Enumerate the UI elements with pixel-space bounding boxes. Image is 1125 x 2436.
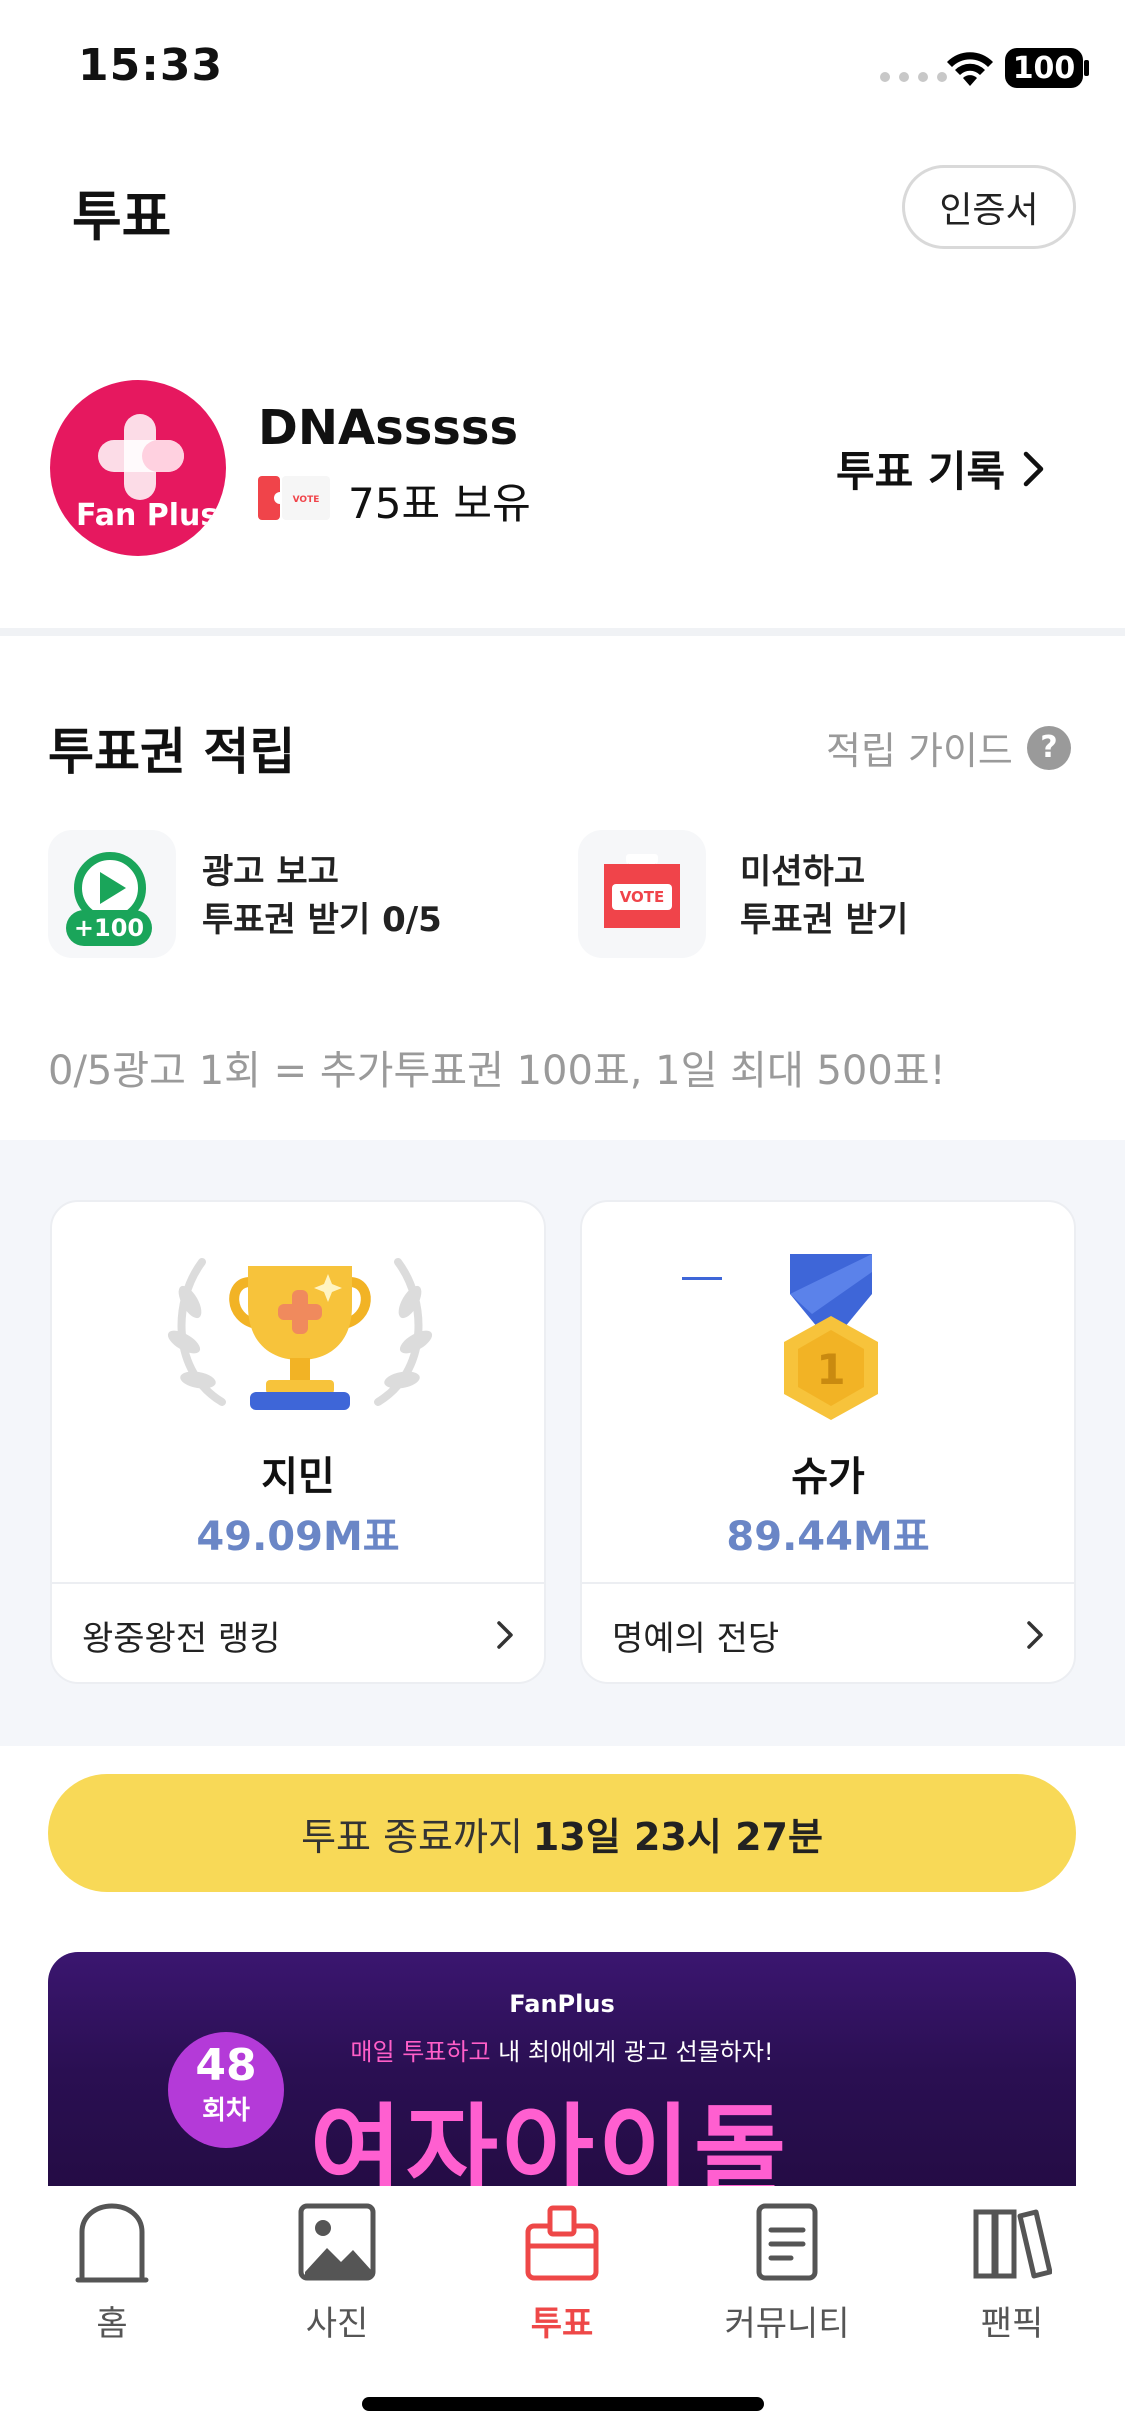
photo-icon <box>298 2203 376 2281</box>
ad-card-line2: 투표권 받기 0/5 <box>202 900 442 940</box>
play-icon: +100 <box>66 852 152 946</box>
chevron-right-icon <box>1027 1621 1043 1649</box>
banner-round-number: 48 <box>195 2040 257 2091</box>
tab-fanfic-label: 팬픽 <box>980 2304 1044 2344</box>
ranking-left-footer-label: 왕중왕전 랭킹 <box>82 1618 281 1659</box>
tab-home[interactable]: 홈 <box>32 2200 192 2345</box>
mission-card-line2: 투표권 받기 <box>740 900 909 940</box>
status-time: 15:33 <box>78 40 224 91</box>
earn-guide-link[interactable]: 적립 가이드 ? <box>826 720 1071 775</box>
tab-photo[interactable]: 사진 <box>257 2200 417 2345</box>
medal-number: 1 <box>816 1345 845 1394</box>
earn-guide-label: 적립 가이드 <box>826 729 1013 773</box>
username: DNAsssss <box>258 400 519 456</box>
avatar[interactable]: Fan Plus <box>50 380 226 556</box>
battery-indicator: 100 <box>1005 48 1083 88</box>
mission-card[interactable]: VOTE 미션하고 투표권 받기 <box>578 830 1078 960</box>
tab-vote[interactable]: 투표 <box>482 2200 642 2345</box>
ranking-right-footer-label: 명예의 전당 <box>612 1618 780 1659</box>
home-indicator <box>362 2397 764 2411</box>
page-title: 투표 <box>72 185 172 248</box>
avatar-text: Fan Plus <box>76 498 219 533</box>
ad-badge: +100 <box>74 914 144 942</box>
ranking-card-right[interactable]: 1 슈가 89.44M표 명예의 전당 <box>580 1200 1076 1684</box>
medal-icon: 1 <box>682 1254 878 1420</box>
tab-fanfic[interactable]: 팬픽 <box>932 2200 1092 2345</box>
section-divider <box>0 628 1125 636</box>
vote-box-icon: VOTE <box>604 854 680 928</box>
tab-community-label: 커뮤니티 <box>724 2304 850 2344</box>
earn-note: 0/5광고 1회 = 추가투표권 100표, 1일 최대 500표! <box>48 1048 946 1094</box>
ranking-right-footer[interactable]: 명예의 전당 <box>582 1582 1074 1682</box>
books-icon <box>973 2209 1053 2279</box>
watch-ad-card[interactable]: +100 광고 보고 투표권 받기 0/5 <box>48 830 548 960</box>
ad-card-line1: 광고 보고 <box>202 852 339 892</box>
tab-photo-label: 사진 <box>305 2304 369 2344</box>
cellular-signal-icon <box>880 72 947 82</box>
vote-box-icon <box>525 2205 599 2281</box>
earn-section-title: 투표권 적립 <box>48 723 296 781</box>
home-icon <box>75 2203 149 2283</box>
mission-icon-box: VOTE <box>578 830 706 958</box>
banner-round-badge: 48 회차 <box>168 2032 284 2148</box>
vote-ticket-icon: VOTE <box>258 476 330 520</box>
chevron-right-icon <box>497 1621 513 1649</box>
vote-history-label: 투표 기록 <box>836 447 1006 496</box>
chevron-right-icon <box>1023 451 1044 486</box>
ranking-left-votes: 49.09M표 <box>196 1514 400 1560</box>
banner-subtitle-rest: 내 최애에게 광고 선물하자! <box>490 2038 774 2066</box>
banner-round-unit: 회차 <box>202 2096 250 2126</box>
ranking-left-name: 지민 <box>261 1454 335 1500</box>
tab-home-label: 홈 <box>96 2304 128 2344</box>
ranking-right-name: 슈가 <box>791 1454 865 1500</box>
mission-badge: VOTE <box>620 888 665 906</box>
ranking-card-left[interactable]: 지민 49.09M표 왕중왕전 랭킹 <box>50 1200 546 1684</box>
document-icon <box>756 2203 818 2281</box>
banner-title: 여자아이돌 <box>310 2093 790 2192</box>
help-icon: ? <box>1026 725 1071 770</box>
ranking-right-votes: 89.44M표 <box>726 1514 930 1560</box>
vote-history-link[interactable]: 투표 기록 <box>836 438 1045 499</box>
mission-card-line1: 미션하고 <box>740 852 866 892</box>
ticket-label: VOTE <box>293 495 320 505</box>
trophy-icon <box>167 1258 433 1410</box>
vote-countdown: 투표 종료까지 13일 23시 27분 <box>48 1774 1076 1892</box>
battery-cap <box>1084 60 1089 76</box>
banner-brand: FanPlus <box>509 1990 615 2018</box>
countdown-time: 13일 23시 27분 <box>532 1814 823 1859</box>
promo-banner[interactable]: FanPlus 매일 투표하고 내 최애에게 광고 선물하자! 48 회차 여자… <box>48 1952 1076 2192</box>
tab-community[interactable]: 커뮤니티 <box>707 2200 867 2345</box>
countdown-prefix: 투표 종료까지 <box>301 1814 523 1859</box>
votes-owned: 75표 보유 <box>348 479 531 528</box>
ranking-left-footer[interactable]: 왕중왕전 랭킹 <box>52 1582 544 1682</box>
certificate-button[interactable]: 인증서 <box>902 165 1076 249</box>
tab-vote-label: 투표 <box>530 2304 594 2344</box>
wifi-icon <box>947 52 993 86</box>
banner-subtitle-highlight: 매일 투표하고 <box>350 2038 491 2066</box>
ad-icon-box: +100 <box>48 830 176 958</box>
